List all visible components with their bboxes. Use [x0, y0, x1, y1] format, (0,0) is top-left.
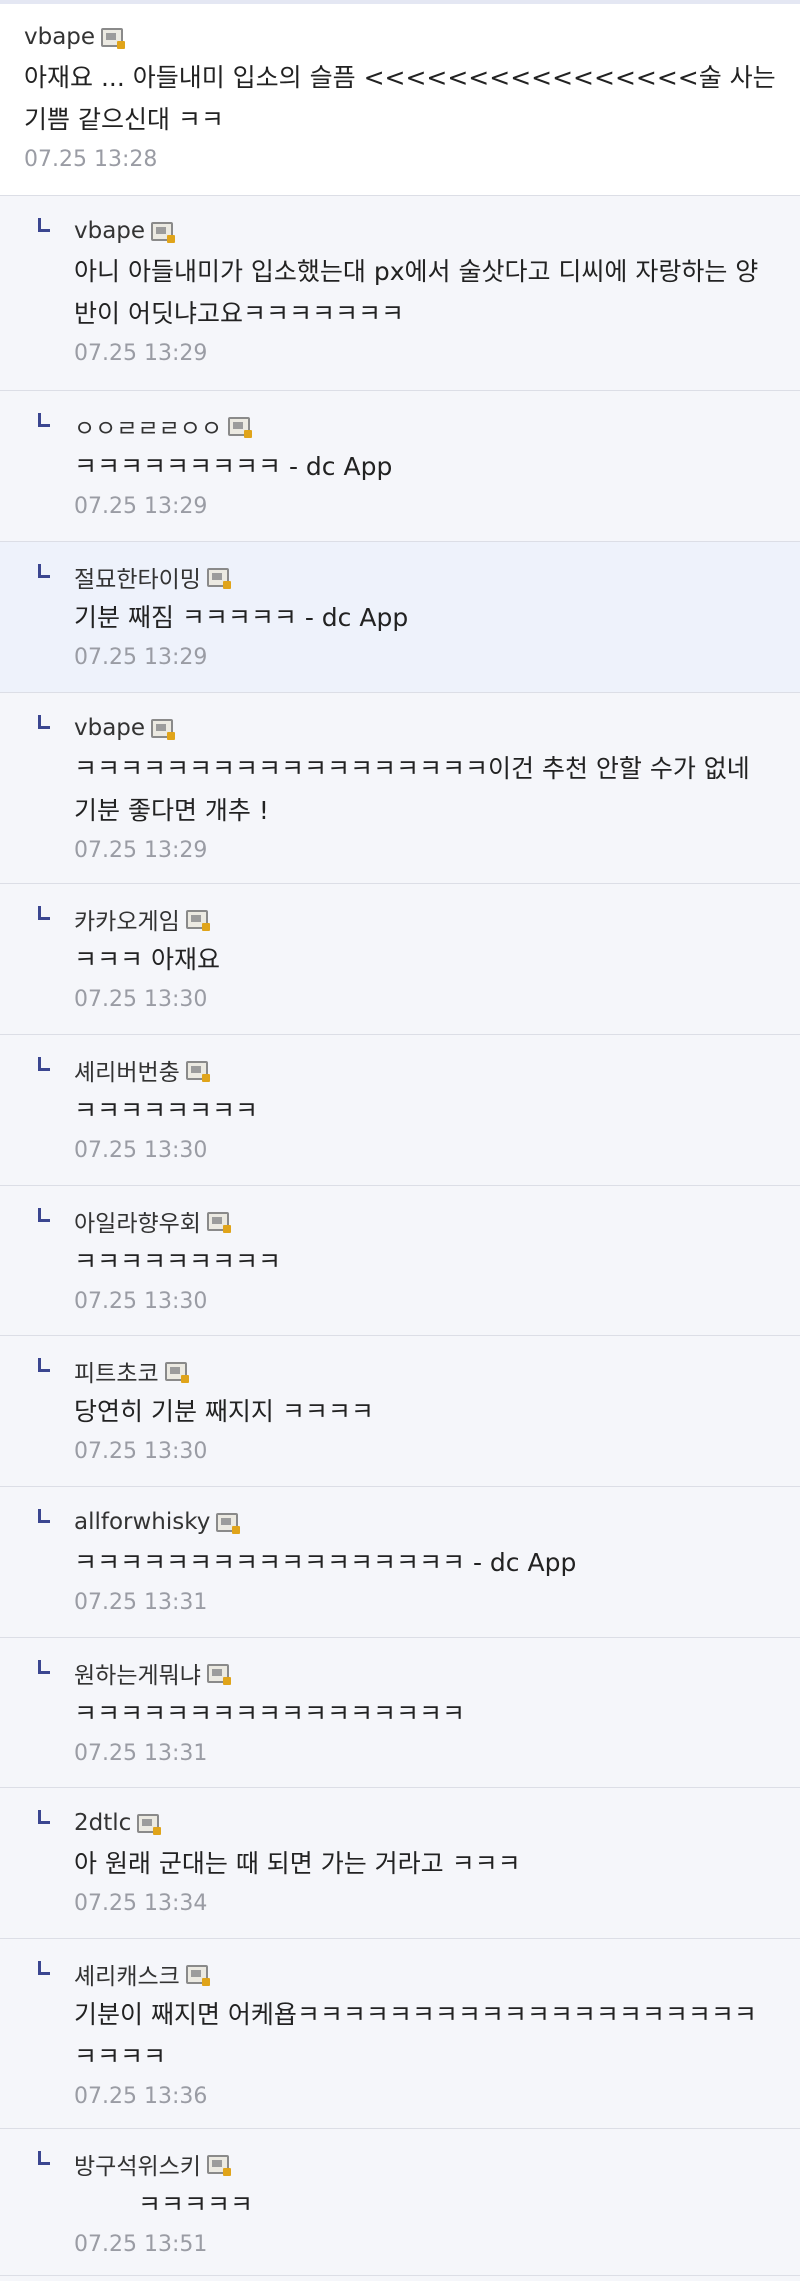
reply-date: 07.25 13:30	[74, 1138, 208, 1163]
reply-item: 셰리캐스크 기분이 째지면 어케욥ㅋㅋㅋㅋㅋㅋㅋㅋㅋㅋㅋㅋㅋㅋㅋㅋㅋㅋㅋㅋㅋㅋㅋ…	[0, 1939, 800, 2129]
reply-nick[interactable]: 셰리캐스크	[74, 1957, 180, 1991]
reply-nick[interactable]: 방구석위스키	[74, 2147, 201, 2181]
gallog-icon[interactable]	[185, 909, 210, 931]
reply-text: 기분 째짐 ㅋㅋㅋㅋㅋ - dc App	[74, 603, 409, 632]
reply-date: 07.25 13:30	[74, 1439, 208, 1464]
reply-nick[interactable]: 2dtlc	[74, 1810, 131, 1836]
reply-nick[interactable]: 절묘한타이밍	[74, 560, 201, 594]
reply-arrow-icon	[38, 1509, 50, 1523]
reply-text: 당연히 기분 째지지 ㅋㅋㅋㅋ	[74, 1397, 374, 1426]
comment-nick[interactable]: vbape	[24, 24, 95, 50]
reply-date: 07.25 13:36	[74, 2084, 208, 2109]
gallog-icon[interactable]	[206, 567, 231, 589]
reply-arrow-icon	[38, 715, 50, 729]
reply-text: 아니 아들내미가 입소했는대 px에서 술삿다고 디씨에 자랑하는 양반이 어딧…	[74, 257, 759, 328]
reply-arrow-icon	[38, 1961, 50, 1975]
reply-item: 피트초코 당연히 기분 째지지 ㅋㅋㅋㅋ 07.25 13:30	[0, 1336, 800, 1487]
reply-text: ㅋㅋㅋㅋㅋㅋㅋㅋㅋㅋㅋㅋㅋㅋㅋㅋㅋ	[74, 1699, 466, 1728]
reply-date: 07.25 13:30	[74, 987, 208, 1012]
reply-text: ㅋㅋㅋㅋㅋㅋㅋㅋ	[74, 1096, 259, 1125]
reply-date: 07.25 13:31	[74, 1590, 208, 1615]
reply-item: 카카오게임 ㅋㅋㅋ 아재요 07.25 13:30	[0, 884, 800, 1035]
gallog-icon[interactable]	[216, 1512, 241, 1534]
reply-text: ㅋㅋㅋㅋㅋㅋㅋㅋㅋ - dc App	[74, 452, 393, 481]
reply-arrow-icon	[38, 1208, 50, 1222]
reply-item: 셰리버번충 ㅋㅋㅋㅋㅋㅋㅋㅋ 07.25 13:30	[0, 1035, 800, 1186]
reply-nick[interactable]: ㅇㅇㄹㄹㄹㅇㅇ	[74, 409, 222, 443]
reply-arrow-icon	[38, 1660, 50, 1674]
gallog-icon[interactable]	[185, 1964, 210, 1986]
reply-item: allforwhisky ㅋㅋㅋㅋㅋㅋㅋㅋㅋㅋㅋㅋㅋㅋㅋㅋㅋ - dc App …	[0, 1487, 800, 1638]
reply-date: 07.25 13:34	[74, 1891, 208, 1916]
gallog-icon[interactable]	[101, 27, 126, 49]
reply-text: 기분이 째지면 어케욥ㅋㅋㅋㅋㅋㅋㅋㅋㅋㅋㅋㅋㅋㅋㅋㅋㅋㅋㅋㅋㅋㅋㅋㅋ	[74, 2000, 757, 2071]
reply-item: vbape ㅋㅋㅋㅋㅋㅋㅋㅋㅋㅋㅋㅋㅋㅋㅋㅋㅋㅋ이건 추천 안할 수가 없네 기…	[0, 693, 800, 884]
reply-text: ㅋㅋㅋㅋㅋㅋㅋㅋㅋ	[74, 1247, 282, 1276]
reply-nick[interactable]: 피트초코	[74, 1354, 159, 1388]
reply-text-visible: ㅋㅋㅋㅋㅋ	[138, 2190, 254, 2219]
reply-nick[interactable]: 아일라향우회	[74, 1204, 201, 1238]
blurred-text	[74, 2193, 138, 2219]
reply-arrow-icon	[38, 564, 50, 578]
gallog-icon[interactable]	[206, 2154, 231, 2176]
gallog-icon[interactable]	[206, 1663, 231, 1685]
reply-text: ㅋㅋㅋㅋㅋㅋㅋㅋㅋㅋㅋㅋㅋㅋㅋㅋㅋ - dc App	[74, 1548, 577, 1577]
gallog-icon[interactable]	[228, 416, 253, 438]
reply-date: 07.25 13:29	[74, 838, 208, 863]
comment-date: 07.25 13:28	[24, 147, 158, 172]
reply-date: 07.25 13:31	[74, 1741, 208, 1766]
gallog-icon[interactable]	[206, 1211, 231, 1233]
reply-item: vbape 아니 아들내미가 입소했는대 px에서 술삿다고 디씨에 자랑하는 …	[0, 196, 800, 391]
reply-arrow-icon	[38, 2151, 50, 2165]
reply-item: 원하는게뭐냐 ㅋㅋㅋㅋㅋㅋㅋㅋㅋㅋㅋㅋㅋㅋㅋㅋㅋ 07.25 13:31	[0, 1638, 800, 1788]
reply-nick[interactable]: 원하는게뭐냐	[74, 1656, 201, 1690]
reply-item: 2dtlc 아 원래 군대는 때 되면 가는 거라고 ㅋㅋㅋ 07.25 13:…	[0, 1788, 800, 1939]
reply-text: 아 원래 군대는 때 되면 가는 거라고 ㅋㅋㅋ	[74, 1849, 521, 1878]
reply-arrow-icon	[38, 218, 50, 232]
reply-text: ㅋㅋㅋ 아재요	[74, 945, 220, 974]
reply-arrow-icon	[38, 413, 50, 427]
reply-item: 절묘한타이밍 기분 째짐 ㅋㅋㅋㅋㅋ - dc App 07.25 13:29	[0, 542, 800, 693]
reply-date: 07.25 13:30	[74, 1289, 208, 1314]
comment-text: 아재요 ... 아들내미 입소의 슬픔 <<<<<<<<<<<<<<<<술 사는…	[24, 63, 776, 134]
reply-date: 07.25 13:29	[74, 645, 208, 670]
comment-main: vbape 아재요 ... 아들내미 입소의 슬픔 <<<<<<<<<<<<<<…	[0, 4, 800, 196]
reply-date: 07.25 13:29	[74, 494, 208, 519]
reply-nick[interactable]: 카카오게임	[74, 902, 180, 936]
reply-text: ㅋㅋㅋㅋㅋ	[74, 2184, 778, 2226]
gallog-icon[interactable]	[164, 1361, 189, 1383]
gallog-icon[interactable]	[137, 1813, 162, 1835]
gallog-icon[interactable]	[151, 718, 176, 740]
reply-arrow-icon	[38, 906, 50, 920]
gallog-icon[interactable]	[185, 1060, 210, 1082]
reply-nick[interactable]: 셰리버번충	[74, 1053, 180, 1087]
reply-item: 방구석위스키 ㅋㅋㅋㅋㅋ 07.25 13:51	[0, 2129, 800, 2276]
reply-arrow-icon	[38, 1358, 50, 1372]
reply-item: ㅇㅇㄹㄹㄹㅇㅇ ㅋㅋㅋㅋㅋㅋㅋㅋㅋ - dc App 07.25 13:29	[0, 391, 800, 542]
reply-date: 07.25 13:51	[74, 2232, 208, 2257]
reply-nick[interactable]: allforwhisky	[74, 1509, 210, 1535]
reply-arrow-icon	[38, 1057, 50, 1071]
reply-text: ㅋㅋㅋㅋㅋㅋㅋㅋㅋㅋㅋㅋㅋㅋㅋㅋㅋㅋ이건 추천 안할 수가 없네 기분 좋다면 …	[74, 754, 750, 825]
reply-nick[interactable]: vbape	[74, 715, 145, 741]
gallog-icon[interactable]	[151, 221, 176, 243]
reply-item: 아일라향우회 ㅋㅋㅋㅋㅋㅋㅋㅋㅋ 07.25 13:30	[0, 1186, 800, 1336]
reply-arrow-icon	[38, 1810, 50, 1824]
reply-date: 07.25 13:29	[74, 341, 208, 366]
reply-nick[interactable]: vbape	[74, 218, 145, 244]
